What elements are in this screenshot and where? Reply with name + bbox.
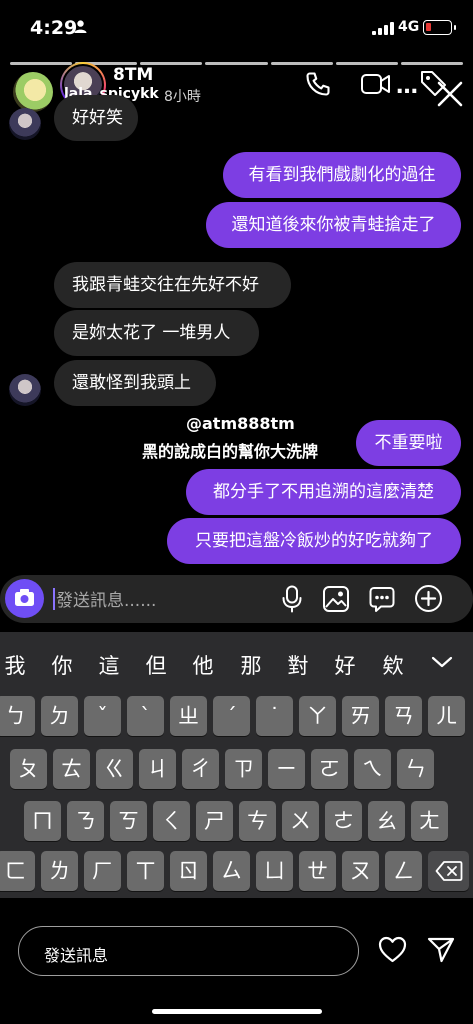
delete-key[interactable] — [428, 851, 469, 891]
text-cursor — [53, 588, 55, 610]
story-reply-input[interactable]: 發送訊息 — [18, 926, 359, 976]
message-composer: 發送訊息...... — [0, 575, 473, 623]
key[interactable]: ㄉ — [41, 696, 78, 736]
key[interactable]: ㄏ — [84, 851, 121, 891]
key[interactable]: ㄧ — [268, 749, 305, 789]
sender-avatar[interactable] — [9, 374, 41, 406]
message-bubble-outgoing[interactable]: 只要把這盤冷飯炒的好吃就夠了 — [167, 518, 461, 564]
candidate-word[interactable]: 我 — [0, 650, 30, 680]
key[interactable]: ㄛ — [311, 749, 348, 789]
key[interactable]: ㄢ — [385, 696, 422, 736]
status-bar: 4:29 4G — [0, 0, 473, 58]
sticker-icon[interactable] — [368, 585, 396, 613]
key[interactable]: ㄜ — [325, 801, 362, 841]
message-bubble-outgoing[interactable]: 有看到我們戲劇化的過往 — [223, 152, 461, 198]
key[interactable]: ㄤ — [411, 801, 448, 841]
message-bubble-outgoing[interactable]: 不重要啦 — [356, 420, 461, 466]
key[interactable]: ㄙ — [213, 851, 250, 891]
key[interactable]: ㄨ — [282, 801, 319, 841]
status-time: 4:29 — [30, 17, 78, 39]
key[interactable]: ㄝ — [299, 851, 336, 891]
sender-avatar[interactable] — [9, 108, 41, 140]
candidate-word[interactable]: 好 — [330, 650, 360, 680]
key[interactable]: ㄟ — [354, 749, 391, 789]
message-bubble-outgoing[interactable]: 還知道後來你被青蛙搶走了 — [206, 202, 461, 248]
key[interactable]: ㄦ — [428, 696, 465, 736]
key[interactable]: ㄐ — [139, 749, 176, 789]
key[interactable]: ˋ — [127, 696, 164, 736]
key[interactable]: ㄍ — [96, 749, 133, 789]
battery-icon — [423, 20, 456, 35]
key[interactable]: ㄓ — [170, 696, 207, 736]
viewer-avatar[interactable] — [13, 72, 53, 112]
microphone-icon[interactable] — [281, 585, 303, 613]
key[interactable]: ㄩ — [256, 851, 293, 891]
key[interactable]: ㄔ — [182, 749, 219, 789]
key[interactable]: ㄋ — [67, 801, 104, 841]
zhuyin-keyboard: 我 你 這 但 他 那 對 好 欸 ㄅ ㄉ ˇ ˋ ㄓ ˊ ˙ ㄚ ㄞ ㄢ ㄦ … — [0, 632, 473, 898]
key[interactable]: ˙ — [256, 696, 293, 736]
key[interactable]: ㄖ — [170, 851, 207, 891]
key[interactable]: ㄕ — [196, 801, 233, 841]
heart-icon[interactable] — [378, 936, 407, 963]
key[interactable]: ㄅ — [0, 696, 35, 736]
story-reply-placeholder: 發送訊息 — [44, 946, 109, 965]
home-indicator — [152, 1009, 322, 1014]
key[interactable]: ㄞ — [342, 696, 379, 736]
key[interactable]: ㄗ — [225, 749, 262, 789]
candidate-bar: 我 你 這 但 他 那 對 好 欸 — [0, 632, 473, 692]
story-sticker-text: 黑的說成白的幫你大洗牌 — [142, 442, 319, 461]
network-type: 4G — [398, 19, 420, 35]
key[interactable]: ㄈ — [0, 851, 35, 891]
key[interactable]: ㄒ — [127, 851, 164, 891]
gallery-icon[interactable] — [322, 585, 350, 613]
chevron-down-icon[interactable] — [431, 656, 453, 668]
message-bubble-incoming[interactable]: 還敢怪到我頭上 — [54, 360, 216, 406]
key[interactable]: ㄥ — [385, 851, 422, 891]
backspace-icon — [435, 861, 462, 881]
send-icon[interactable] — [427, 937, 455, 963]
key[interactable]: ㄠ — [368, 801, 405, 841]
candidate-word[interactable]: 那 — [236, 650, 266, 680]
message-bubble-incoming[interactable]: 我跟青蛙交往在先好不好 — [54, 262, 291, 308]
key[interactable]: ㄚ — [299, 696, 336, 736]
candidate-word[interactable]: 欸 — [378, 650, 408, 680]
camera-icon — [15, 589, 34, 606]
signal-icon — [372, 22, 394, 35]
candidate-word[interactable]: 對 — [283, 650, 313, 680]
candidate-word[interactable]: 這 — [94, 650, 124, 680]
candidate-word[interactable]: 他 — [188, 650, 218, 680]
key[interactable]: ㄡ — [342, 851, 379, 891]
phone-icon[interactable] — [304, 70, 332, 98]
message-bubble-incoming[interactable]: 是妳太花了 一堆男人 — [54, 310, 259, 356]
key[interactable]: ㄇ — [24, 801, 61, 841]
more-options-icon[interactable]: … — [396, 76, 419, 98]
author-name[interactable]: 8TM — [113, 65, 153, 85]
message-bubble-outgoing[interactable]: 都分手了不用追溯的這麼清楚 — [186, 469, 461, 515]
candidate-word[interactable]: 你 — [47, 650, 77, 680]
message-input[interactable]: 發送訊息...... — [56, 586, 156, 611]
key[interactable]: ˇ — [84, 696, 121, 736]
story-time-ago: 8小時 — [164, 89, 201, 105]
add-icon[interactable] — [414, 584, 443, 613]
camera-button[interactable] — [5, 579, 44, 618]
key[interactable]: ㄘ — [239, 801, 276, 841]
key[interactable]: ㄣ — [397, 749, 434, 789]
video-call-icon[interactable] — [360, 71, 392, 97]
person-icon — [74, 20, 87, 33]
key[interactable]: ㄊ — [53, 749, 90, 789]
candidate-word[interactable]: 但 — [141, 650, 171, 680]
key[interactable]: ˊ — [213, 696, 250, 736]
key[interactable]: ㄑ — [153, 801, 190, 841]
key[interactable]: ㄆ — [10, 749, 47, 789]
key[interactable]: ㄌ — [41, 851, 78, 891]
close-icon[interactable] — [436, 80, 464, 108]
key[interactable]: ㄎ — [110, 801, 147, 841]
message-bubble-incoming[interactable]: 好好笑 — [54, 95, 138, 141]
mention-sticker-username[interactable]: @atm888tm — [186, 414, 295, 433]
